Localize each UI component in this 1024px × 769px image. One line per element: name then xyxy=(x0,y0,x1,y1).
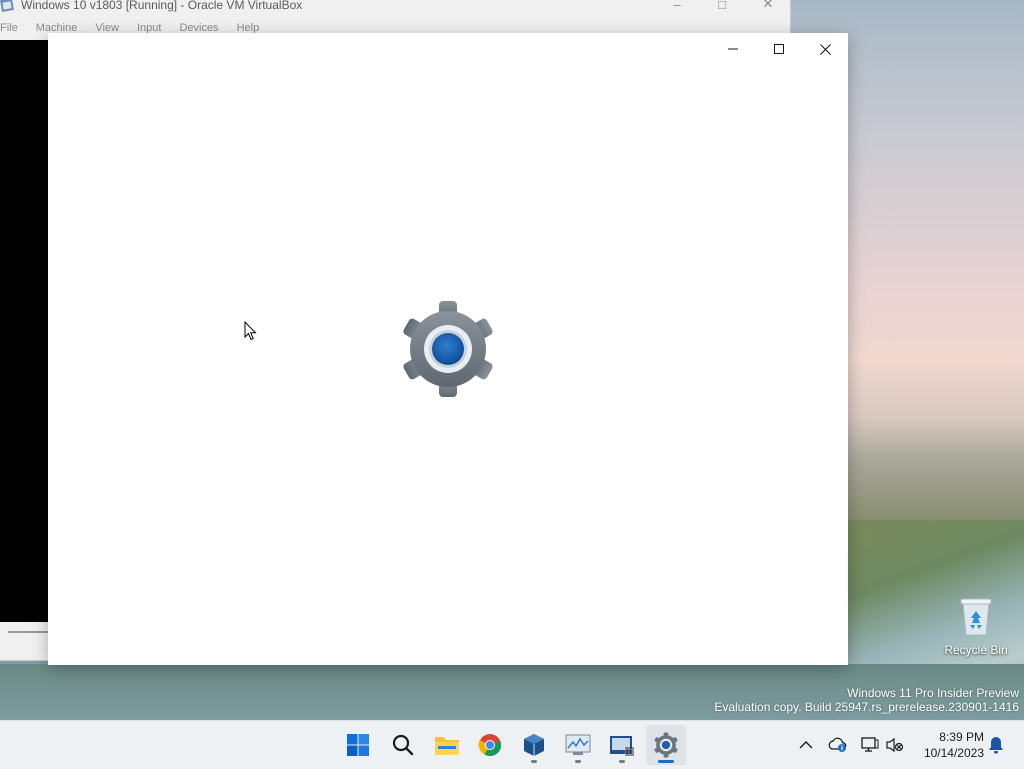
taskbar-settings[interactable] xyxy=(646,725,686,765)
taskbar-vbox-vm[interactable]: 10 xyxy=(602,725,642,765)
taskbar-virtualbox[interactable] xyxy=(514,725,554,765)
virtualbox-icon xyxy=(524,734,544,756)
settings-window[interactable] xyxy=(48,33,848,665)
taskbar-file-explorer[interactable] xyxy=(427,725,467,765)
menu-file[interactable]: File xyxy=(0,22,18,40)
mouse-cursor-icon xyxy=(244,321,257,341)
running-indicator xyxy=(619,760,625,763)
onedrive-tray-button[interactable] xyxy=(828,735,848,755)
chevron-up-icon xyxy=(799,741,813,749)
search-icon xyxy=(392,734,414,756)
taskbar: 10 xyxy=(0,720,1024,769)
vbox-close-button[interactable]: ✕ xyxy=(745,0,791,14)
vbox-maximize-button[interactable]: □ xyxy=(699,0,745,14)
virtualbox-app-icon xyxy=(0,0,16,12)
close-icon xyxy=(819,43,831,55)
search-button[interactable] xyxy=(383,725,423,765)
settings-close-button[interactable] xyxy=(802,33,848,65)
volume-muted-icon xyxy=(886,737,904,753)
network-icon xyxy=(861,737,879,752)
watermark-build: Evaluation copy. Build 25947.rs_prerelea… xyxy=(714,700,1019,714)
running-indicator xyxy=(531,760,537,763)
settings-icon xyxy=(654,732,678,758)
clock-date: 10/14/2023 xyxy=(923,746,984,760)
running-indicator xyxy=(575,760,581,763)
vbox-minimize-button[interactable]: – xyxy=(654,0,700,14)
windows-watermark: Windows 11 Pro Insider Preview Evaluatio… xyxy=(714,686,1019,714)
virtualbox-titlebar[interactable]: Windows 10 v1803 [Running] - Oracle VM V… xyxy=(0,0,790,14)
recycle-bin-label: Recycle Bin xyxy=(944,643,1008,657)
taskbar-clock[interactable]: 8:39 PM 10/14/2023 xyxy=(912,729,984,761)
vbox-statusbar xyxy=(0,622,48,660)
volume-tray-button[interactable] xyxy=(885,735,905,755)
taskbar-chrome[interactable] xyxy=(470,725,510,765)
settings-minimize-button[interactable] xyxy=(710,33,756,65)
show-hidden-icons-button[interactable] xyxy=(796,735,816,755)
minimize-icon xyxy=(728,48,738,50)
maximize-icon xyxy=(774,44,784,54)
chrome-icon xyxy=(478,734,502,757)
bell-icon xyxy=(989,737,1003,754)
notifications-button[interactable] xyxy=(986,735,1006,755)
settings-gear-icon xyxy=(403,301,493,397)
taskbar-performance-monitor[interactable] xyxy=(558,725,598,765)
file-explorer-icon xyxy=(435,737,459,755)
network-tray-button[interactable] xyxy=(860,735,880,755)
clock-time: 8:39 PM xyxy=(939,730,984,744)
cloud-info-icon xyxy=(828,737,847,752)
performance-monitor-icon xyxy=(565,734,591,755)
statusbar-divider xyxy=(8,631,48,633)
vbox-vm-icon: 10 xyxy=(610,736,634,757)
active-indicator xyxy=(658,760,674,763)
virtualbox-title: Windows 10 v1803 [Running] - Oracle VM V… xyxy=(21,0,303,12)
recycle-bin-shortcut[interactable]: Recycle Bin xyxy=(940,595,1012,665)
settings-maximize-button[interactable] xyxy=(756,33,802,65)
start-button[interactable] xyxy=(338,725,378,765)
watermark-edition: Windows 11 Pro Insider Preview xyxy=(847,686,1019,700)
windows-start-icon xyxy=(347,734,369,756)
vm-display[interactable] xyxy=(0,40,48,622)
recycle-bin-icon xyxy=(959,595,993,637)
